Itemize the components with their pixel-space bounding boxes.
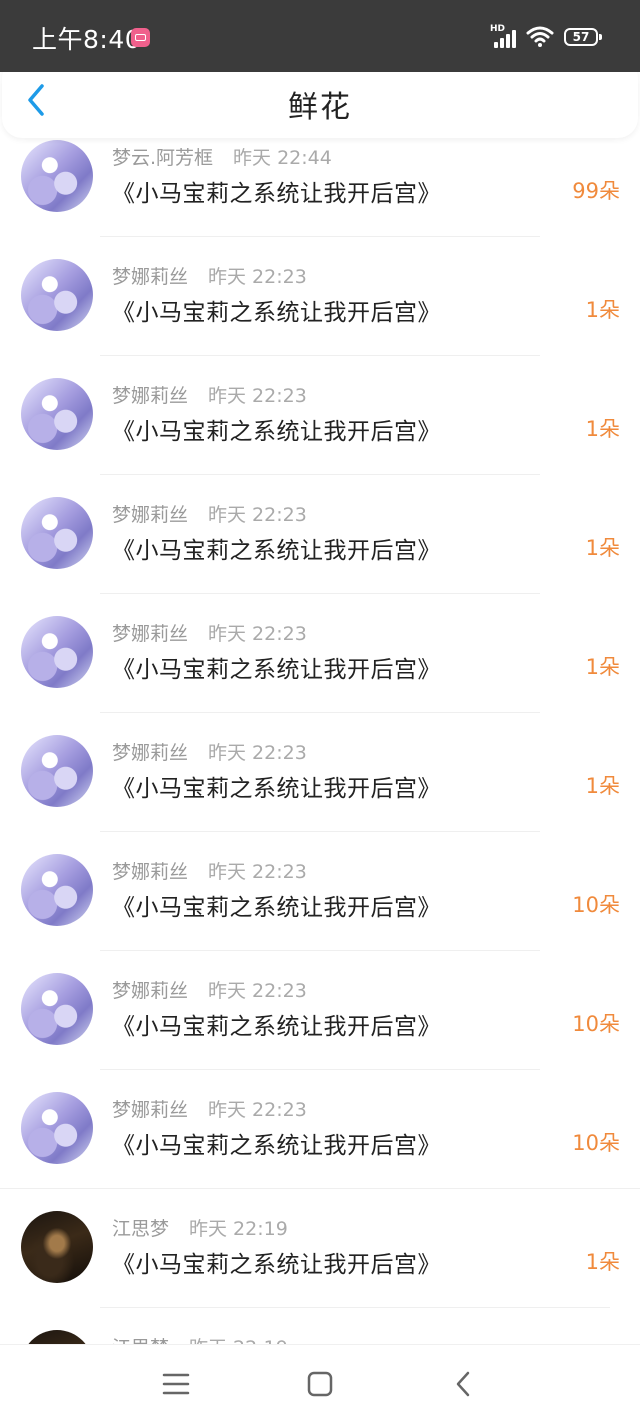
item-meta: 梦娜莉丝 昨天 22:23: [112, 976, 307, 1003]
flower-count: 1朵: [585, 655, 620, 679]
book-title[interactable]: 《小马宝莉之系统让我开后宫》: [112, 293, 441, 327]
item-meta: 梦娜莉丝 昨天 22:23: [112, 500, 307, 527]
user-name[interactable]: 梦娜莉丝: [112, 742, 188, 764]
menu-icon[interactable]: [161, 1369, 191, 1399]
list-item[interactable]: 江思梦 昨天 22:19 《小马宝莉之系统让我开后宫》 1朵: [0, 1189, 640, 1308]
user-name[interactable]: 梦娜莉丝: [112, 504, 188, 526]
item-time: 昨天 22:23: [208, 1099, 307, 1121]
list-item[interactable]: 梦娜莉丝 昨天 22:23 《小马宝莉之系统让我开后宫》 10朵: [0, 832, 640, 951]
home-square-icon[interactable]: [305, 1369, 335, 1399]
item-time: 昨天 22:23: [208, 623, 307, 645]
user-name[interactable]: 梦娜莉丝: [112, 980, 188, 1002]
flower-count: 99朵: [572, 179, 620, 203]
avatar[interactable]: [21, 1211, 93, 1283]
book-title[interactable]: 《小马宝莉之系统让我开后宫》: [112, 174, 441, 208]
user-name[interactable]: 梦娜莉丝: [112, 385, 188, 407]
book-title[interactable]: 《小马宝莉之系统让我开后宫》: [112, 769, 441, 803]
item-time: 昨天 22:44: [233, 147, 332, 169]
list-item[interactable]: 梦娜莉丝 昨天 22:23 《小马宝莉之系统让我开后宫》 1朵: [0, 356, 640, 475]
wifi-icon: [526, 26, 554, 47]
item-meta: 江思梦昨天 22:19: [112, 1214, 288, 1241]
user-name[interactable]: 梦娜莉丝: [112, 266, 188, 288]
flower-count: 10朵: [572, 1131, 620, 1155]
network-type: HD: [490, 24, 506, 34]
item-meta: 梦娜莉丝 昨天 22:23: [112, 262, 307, 289]
item-meta: 梦娜莉丝 昨天 22:23: [112, 381, 307, 408]
item-meta: 梦娜莉丝 昨天 22:23: [112, 1095, 307, 1122]
item-time: 昨天 22:23: [208, 742, 307, 764]
item-time: 昨天 22:23: [208, 980, 307, 1002]
item-meta: 梦云.阿芳框 昨天 22:44: [112, 143, 332, 170]
avatar[interactable]: [21, 140, 93, 212]
book-title[interactable]: 《小马宝莉之系统让我开后宫》: [112, 650, 441, 684]
user-name[interactable]: 梦娜莉丝: [112, 1099, 188, 1121]
item-time: 昨天 22:23: [208, 385, 307, 407]
user-name[interactable]: 梦云.阿芳框: [112, 147, 213, 169]
user-name[interactable]: 梦娜莉丝: [112, 861, 188, 883]
page-title: 鲜花: [288, 90, 352, 125]
list-item[interactable]: 梦娜莉丝 昨天 22:23 《小马宝莉之系统让我开后宫》 10朵: [0, 951, 640, 1070]
system-nav-bar: [0, 1344, 640, 1423]
list-item[interactable]: 梦娜莉丝 昨天 22:23 《小马宝莉之系统让我开后宫》 1朵: [0, 475, 640, 594]
bilibili-icon: [131, 28, 150, 47]
avatar[interactable]: [21, 616, 93, 688]
back-triangle-icon[interactable]: [449, 1369, 479, 1399]
item-meta: 梦娜莉丝 昨天 22:23: [112, 857, 307, 884]
avatar[interactable]: [21, 973, 93, 1045]
list-item[interactable]: 梦娜莉丝 昨天 22:23 《小马宝莉之系统让我开后宫》 1朵: [0, 237, 640, 356]
item-time: 昨天 22:23: [208, 861, 307, 883]
flower-count: 1朵: [585, 417, 620, 441]
avatar[interactable]: [21, 735, 93, 807]
avatar[interactable]: [21, 1092, 93, 1164]
battery-icon: 57: [564, 28, 602, 46]
status-bar: 上午8:40 HD 57: [0, 0, 640, 72]
book-title[interactable]: 《小马宝莉之系统让我开后宫》: [112, 1007, 441, 1041]
battery-level: 57: [572, 30, 590, 44]
flower-count: 10朵: [572, 893, 620, 917]
book-title[interactable]: 《小马宝莉之系统让我开后宫》: [112, 1245, 441, 1279]
signal-icon: HD: [490, 24, 520, 48]
book-title[interactable]: 《小马宝莉之系统让我开后宫》: [112, 531, 441, 565]
avatar[interactable]: [21, 854, 93, 926]
status-time: 上午8:40: [32, 25, 142, 54]
list-item[interactable]: 梦娜莉丝 昨天 22:23 《小马宝莉之系统让我开后宫》 1朵: [0, 713, 640, 832]
book-title[interactable]: 《小马宝莉之系统让我开后宫》: [112, 412, 441, 446]
avatar[interactable]: [21, 259, 93, 331]
item-meta: 梦娜莉丝 昨天 22:23: [112, 738, 307, 765]
item-time: 昨天 22:23: [208, 266, 307, 288]
flower-count: 1朵: [585, 774, 620, 798]
list-item[interactable]: 梦娜莉丝 昨天 22:23 《小马宝莉之系统让我开后宫》 1朵: [0, 594, 640, 713]
book-title[interactable]: 《小马宝莉之系统让我开后宫》: [112, 888, 441, 922]
item-meta: 梦娜莉丝 昨天 22:23: [112, 619, 307, 646]
book-title[interactable]: 《小马宝莉之系统让我开后宫》: [112, 1126, 441, 1160]
flower-count: 1朵: [585, 298, 620, 322]
avatar[interactable]: [21, 497, 93, 569]
flower-count: 10朵: [572, 1012, 620, 1036]
user-name[interactable]: 梦娜莉丝: [112, 623, 188, 645]
flower-count: 1朵: [585, 536, 620, 560]
item-time: 昨天 22:23: [208, 504, 307, 526]
item-time: 昨天 22:19: [189, 1218, 288, 1240]
list-item[interactable]: 梦娜莉丝 昨天 22:23 《小马宝莉之系统让我开后宫》 10朵: [0, 1070, 640, 1189]
user-name[interactable]: 江思梦: [112, 1218, 169, 1240]
flower-count: 1朵: [585, 1250, 620, 1274]
avatar[interactable]: [21, 378, 93, 450]
